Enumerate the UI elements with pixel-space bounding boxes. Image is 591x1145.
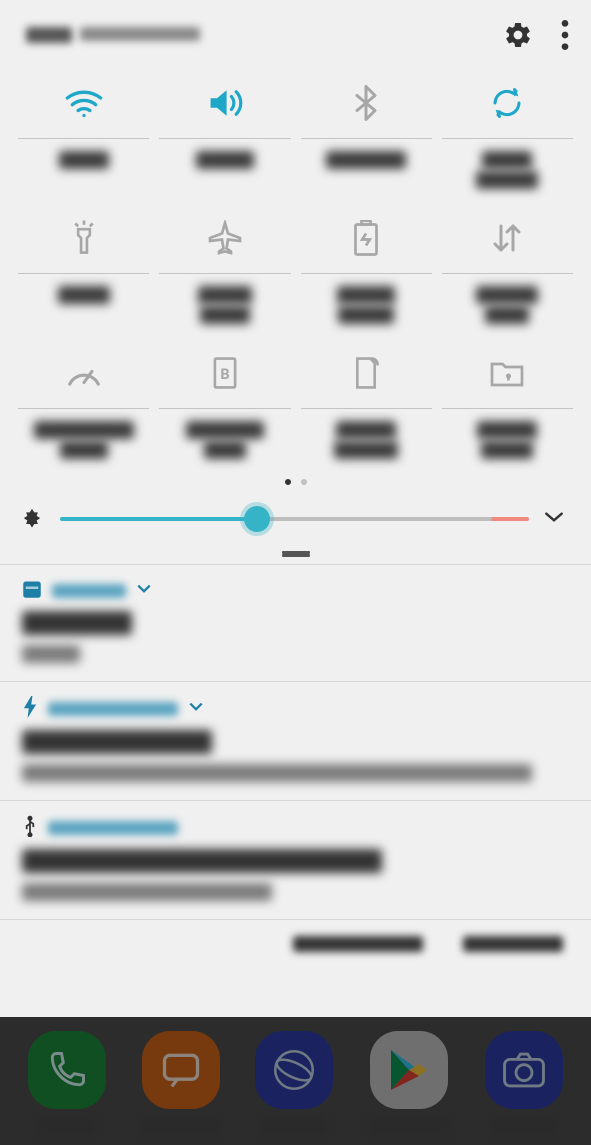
tile-torch[interactable] [18, 209, 149, 326]
tile-label [186, 419, 264, 461]
dock-label [39, 1119, 95, 1133]
clear-all-button[interactable] [463, 936, 563, 952]
notification-card[interactable] [0, 564, 591, 681]
dock-label [369, 1119, 449, 1133]
notif-title [22, 849, 382, 873]
tile-bluetooth[interactable] [301, 74, 432, 191]
more-icon[interactable] [561, 20, 569, 50]
notif-subtitle [22, 645, 80, 663]
notif-app-name [52, 584, 126, 598]
airplane-icon [207, 209, 243, 267]
noti-settings-button[interactable] [293, 936, 423, 952]
gauge-icon [65, 344, 103, 402]
brightness-icon [18, 503, 46, 535]
tile-label [477, 419, 537, 461]
wifi-icon [64, 74, 104, 132]
tile-label [58, 284, 110, 306]
app-dock [0, 1017, 591, 1145]
bolt-icon [22, 696, 38, 722]
svg-text:B: B [220, 366, 229, 383]
tile-label [476, 284, 538, 326]
brightness-slider[interactable] [60, 517, 529, 521]
tile-label [59, 149, 109, 171]
tile-secure[interactable] [442, 344, 573, 461]
usb-icon [22, 815, 38, 841]
panel-header [0, 12, 591, 64]
chevron-down-icon[interactable] [188, 699, 204, 719]
tile-label [334, 419, 398, 461]
notification-card[interactable] [0, 681, 591, 800]
page-indicator [0, 471, 591, 499]
dock-app-internet[interactable] [255, 1031, 333, 1133]
tile-label [34, 419, 134, 461]
brightness-thumb[interactable] [244, 506, 270, 532]
dock-label [493, 1119, 555, 1133]
quick-settings-panel: B [0, 0, 591, 564]
tile-label [326, 149, 406, 171]
bluetooth-icon [354, 74, 378, 132]
notif-subtitle [22, 883, 272, 901]
battery-recycle-icon [352, 209, 380, 267]
tile-powersave[interactable] [301, 209, 432, 326]
tile-label [476, 149, 538, 191]
quick-settings-tiles: B [0, 64, 591, 471]
dock-app-messages[interactable] [142, 1031, 220, 1133]
sound-icon [205, 74, 245, 132]
tile-label [198, 284, 252, 326]
document-b-icon: B [212, 344, 238, 402]
tile-wifi[interactable] [18, 74, 149, 191]
tile-mobiledata[interactable] [442, 209, 573, 326]
torch-icon [69, 209, 99, 267]
notification-area [0, 564, 591, 970]
tile-autorotate[interactable] [442, 74, 573, 191]
panel-drag-handle[interactable] [0, 545, 591, 564]
date-time [26, 27, 503, 43]
updown-icon [489, 209, 525, 267]
tile-performance[interactable] [18, 344, 149, 461]
tile-airplane[interactable] [159, 209, 290, 326]
date-text [80, 27, 200, 41]
notif-title [22, 730, 212, 754]
tile-bluelight[interactable]: B [159, 344, 290, 461]
expand-brightness-icon[interactable] [543, 506, 565, 532]
calendar-icon [22, 579, 42, 603]
settings-icon[interactable] [503, 20, 533, 50]
tile-sound[interactable] [159, 74, 290, 191]
dock-app-camera[interactable] [485, 1031, 563, 1133]
dock-app-phone[interactable] [28, 1031, 106, 1133]
secure-folder-icon [489, 344, 525, 402]
notification-card[interactable] [0, 800, 591, 919]
notif-title [22, 611, 132, 635]
notif-app-name [48, 702, 178, 716]
chevron-down-icon[interactable] [136, 581, 152, 601]
dock-app-playstore[interactable] [369, 1031, 449, 1133]
notif-app-name [48, 821, 178, 835]
notification-actions [0, 919, 591, 970]
tile-hotspot[interactable] [301, 344, 432, 461]
tile-label [196, 149, 254, 171]
notif-subtitle [22, 764, 532, 782]
autorotate-icon [489, 74, 525, 132]
dock-label [262, 1119, 326, 1133]
tile-label [337, 284, 395, 326]
time-text [26, 27, 72, 43]
page-dot-1[interactable] [285, 479, 291, 485]
brightness-row [0, 499, 591, 545]
hotspot-icon [353, 344, 379, 402]
dock-label [142, 1119, 220, 1133]
page-dot-2[interactable] [301, 479, 307, 485]
